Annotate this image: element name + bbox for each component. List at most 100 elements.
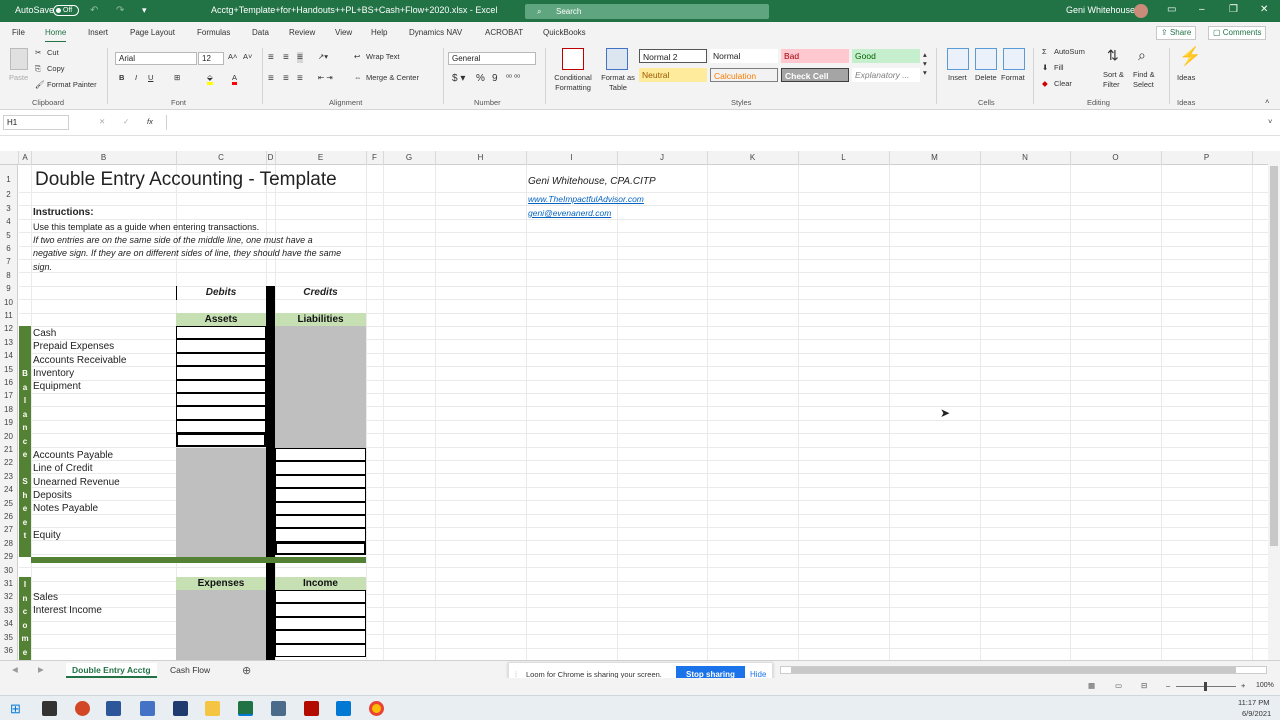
fill-button[interactable]: Fill: [1054, 63, 1064, 72]
row-header[interactable]: 34: [0, 619, 17, 628]
find-select-button[interactable]: Find & Select: [1133, 70, 1163, 90]
sheet-tab-double-entry[interactable]: Double Entry Acctg: [66, 663, 157, 678]
style-calculation[interactable]: Calculation: [710, 68, 778, 82]
entry-cell[interactable]: [275, 616, 366, 631]
entry-cell[interactable]: [275, 501, 366, 515]
outlook-icon[interactable]: [336, 701, 351, 716]
clear-icon[interactable]: ◆: [1042, 79, 1048, 88]
tab-help[interactable]: Help: [371, 28, 387, 37]
sort-filter-button[interactable]: Sort & Filter: [1103, 70, 1129, 90]
column-header[interactable]: G: [383, 153, 435, 162]
zoom-out-icon[interactable]: –: [1166, 681, 1170, 690]
row-header[interactable]: 28: [0, 539, 17, 548]
row-header[interactable]: 27: [0, 525, 17, 534]
insert-cells-button[interactable]: Insert: [948, 73, 967, 82]
merge-icon[interactable]: ⇔: [354, 73, 362, 82]
redo-icon[interactable]: ↷: [116, 5, 124, 16]
app-icon[interactable]: [271, 701, 286, 716]
ideas-icon[interactable]: ⚡: [1179, 46, 1201, 67]
entry-cell[interactable]: [275, 630, 366, 644]
style-neutral[interactable]: Neutral: [639, 68, 707, 82]
tab-quickbooks[interactable]: QuickBooks: [543, 28, 586, 37]
column-header[interactable]: P: [1161, 153, 1252, 162]
font-grow-icon[interactable]: A˄: [228, 52, 237, 61]
chrome-icon[interactable]: [369, 701, 384, 716]
row-header[interactable]: 1: [0, 175, 17, 184]
entry-cell[interactable]: [275, 643, 366, 657]
entry-cell[interactable]: [176, 339, 266, 353]
autosum-icon[interactable]: Σ: [1042, 47, 1047, 56]
entry-cell[interactable]: [275, 488, 366, 502]
powerpoint-icon[interactable]: [75, 701, 90, 716]
zoom-level[interactable]: 100%: [1256, 682, 1274, 689]
insert-cells-icon[interactable]: [947, 48, 969, 70]
row-header[interactable]: 4: [0, 217, 17, 226]
entry-cell[interactable]: [275, 528, 366, 542]
add-sheet-icon[interactable]: ⊕: [242, 664, 251, 677]
row-header[interactable]: 29: [0, 552, 17, 561]
row-header[interactable]: 26: [0, 512, 17, 521]
entry-cell[interactable]: [176, 393, 266, 407]
entry-cell[interactable]: [275, 590, 366, 604]
tab-insert[interactable]: Insert: [88, 28, 108, 37]
zoom-slider-handle[interactable]: [1204, 682, 1207, 691]
row-header[interactable]: 2: [0, 190, 17, 199]
percent-icon[interactable]: %: [476, 73, 485, 84]
align-right-icon[interactable]: ≡: [297, 73, 303, 84]
email-link[interactable]: geni@evenanerd.com: [528, 208, 611, 218]
tab-review[interactable]: Review: [289, 28, 315, 37]
font-color-icon[interactable]: A: [232, 73, 238, 85]
worksheet-grid[interactable]: Double Entry Accounting - Template Geni …: [19, 165, 1268, 660]
row-header[interactable]: 33: [0, 606, 17, 615]
minimize-icon[interactable]: –: [1199, 4, 1205, 15]
function-icon[interactable]: fx: [147, 117, 153, 126]
entry-cell[interactable]: [275, 448, 366, 462]
row-header[interactable]: 5: [0, 231, 17, 240]
format-as-table-icon[interactable]: [606, 48, 628, 70]
delete-cells-button[interactable]: Delete: [975, 73, 997, 82]
entry-cell[interactable]: [176, 406, 266, 420]
entry-cell[interactable]: [176, 366, 266, 380]
tab-dynamics-nav[interactable]: Dynamics NAV: [409, 28, 462, 37]
row-header[interactable]: 11: [0, 311, 17, 320]
row-header[interactable]: 12: [0, 324, 17, 333]
windows-start-icon[interactable]: ⊞: [10, 701, 21, 717]
row-header[interactable]: 21: [0, 445, 17, 454]
entry-cell[interactable]: [275, 474, 366, 489]
align-middle-icon[interactable]: ≡: [283, 52, 289, 63]
row-header[interactable]: 15: [0, 365, 17, 374]
cut-button[interactable]: Cut: [47, 48, 59, 57]
share-button[interactable]: ⇪ Share: [1156, 26, 1197, 40]
column-header[interactable]: A: [19, 153, 31, 162]
style-good[interactable]: Good: [852, 49, 920, 63]
file-explorer-icon[interactable]: [205, 701, 220, 716]
format-as-table-button[interactable]: Format as Table: [598, 73, 638, 93]
format-cells-button[interactable]: Format: [1001, 73, 1025, 82]
column-header[interactable]: N: [980, 153, 1070, 162]
store-icon[interactable]: [42, 701, 57, 716]
customize-qat-icon[interactable]: ▾: [142, 5, 147, 16]
row-header[interactable]: 10: [0, 298, 17, 307]
cut-icon[interactable]: ✂: [35, 48, 41, 57]
row-header[interactable]: 31: [0, 579, 17, 588]
undo-icon[interactable]: ↶: [90, 5, 98, 16]
vertical-scrollbar[interactable]: [1268, 151, 1280, 660]
cancel-icon[interactable]: ✕: [99, 117, 105, 126]
tab-home[interactable]: Home: [45, 28, 67, 43]
tab-acrobat[interactable]: ACROBAT: [485, 28, 523, 37]
horizontal-scrollbar[interactable]: [780, 666, 1267, 674]
underline-icon[interactable]: U: [148, 73, 153, 82]
row-header[interactable]: 3: [0, 204, 17, 213]
row-header[interactable]: 8: [0, 271, 17, 280]
formula-input[interactable]: [166, 115, 1266, 130]
tab-formulas[interactable]: Formulas: [197, 28, 230, 37]
indent-icon[interactable]: ⇤ ⇥: [318, 73, 333, 82]
style-bad[interactable]: Bad: [781, 49, 849, 63]
font-name-select[interactable]: Arial: [115, 52, 197, 65]
sort-filter-icon[interactable]: ⇅: [1107, 47, 1119, 64]
style-check-cell[interactable]: Check Cell: [781, 68, 849, 82]
excel-icon[interactable]: [238, 701, 253, 716]
wrap-text-button[interactable]: Wrap Text: [366, 52, 400, 61]
restore-icon[interactable]: ❐: [1229, 4, 1238, 15]
entry-cell[interactable]: [275, 541, 366, 556]
